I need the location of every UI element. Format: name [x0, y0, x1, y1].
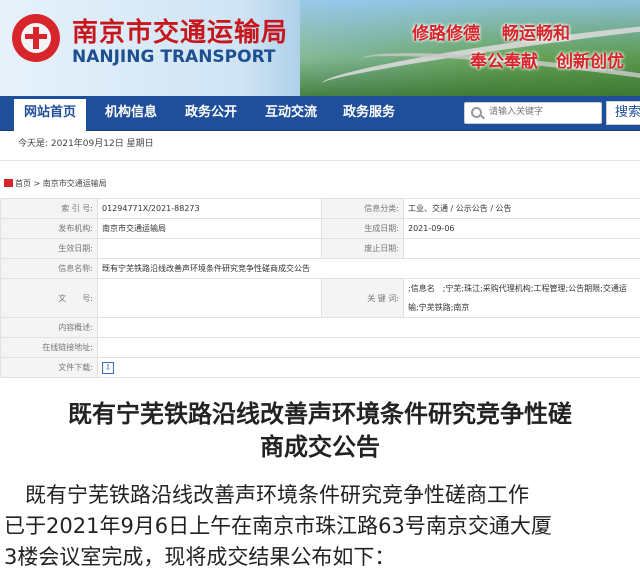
keywords-line-1: ;信息名 ;宁芜;珠江;采购代理机构;工程管理;公告期限;交通运 [408, 279, 636, 298]
search-icon [471, 107, 482, 118]
main-nav: 网站首页 机构信息 政务公开 互动交流 政务服务 搜索 [0, 96, 640, 131]
search-input[interactable] [489, 105, 595, 119]
org-name-cn: 南京市交通运输局 [72, 12, 288, 49]
created-value: 2021-09-06 [404, 219, 640, 239]
article-paragraph-line-3: 3楼会议室完成，现将成交结果公布如下： [4, 542, 636, 573]
download-cell: ⇩ [98, 358, 640, 378]
article-title-line-2: 商成交公告 [0, 431, 640, 464]
current-date: 今天是: 2021年09月12日 星期日 [18, 136, 154, 149]
slogan-2: 畅运畅和 [502, 19, 570, 44]
info-name-value: 既有宁芜铁路沿线改善声环境条件研究竞争性磋商成交公告 [98, 259, 640, 279]
online-link-value [98, 338, 640, 358]
keywords-value: ;信息名 ;宁芜;珠江;采购代理机构;工程管理;公告期限;交通运 输;宁芜铁路;… [404, 279, 640, 318]
table-row: 信息名称: 既有宁芜铁路沿线改善声环境条件研究竞争性磋商成交公告 [1, 259, 640, 279]
keywords-line-2: 输;宁芜铁路;南京 [408, 298, 636, 317]
expiry-label: 废止日期: [322, 239, 404, 259]
online-link-label: 在线链接地址: [1, 338, 98, 358]
doc-no-value [98, 279, 322, 318]
nav-item-interaction[interactable]: 互动交流 [256, 96, 326, 130]
index-no-value: 01294771X/2021-88273 [98, 199, 322, 219]
transport-logo-icon[interactable] [12, 14, 60, 62]
breadcrumb-home[interactable]: 首页 [15, 179, 31, 188]
table-row: 生效日期: 废止日期: [1, 239, 640, 259]
summary-label: 内容概述: [1, 318, 98, 338]
table-row: 内容概述: [1, 318, 640, 338]
org-name-en: NANJING TRANSPORT [72, 47, 276, 67]
download-icon[interactable]: ⇩ [102, 362, 114, 374]
table-row: 索 引 号: 01294771X/2021-88273 信息分类: 工业、交通 … [1, 199, 640, 219]
breadcrumb-current[interactable]: 南京市交通运输局 [43, 179, 107, 188]
effective-value [98, 239, 322, 259]
slogan-1: 修路修德 [412, 19, 480, 44]
doc-no-label: 文 号: [1, 279, 98, 318]
info-name-label: 信息名称: [1, 259, 98, 279]
issuer-value: 南京市交通运输局 [98, 219, 322, 239]
article-title: 既有宁芜铁路沿线改善声环境条件研究竞争性磋 商成交公告 [0, 398, 640, 464]
expiry-value [404, 239, 640, 259]
article-paragraph-line-1: 既有宁芜铁路沿线改善声环境条件研究竞争性磋商工作 [4, 480, 636, 511]
nav-item-gov-services[interactable]: 政务服务 [334, 96, 404, 130]
article-body: 既有宁芜铁路沿线改善声环境条件研究竞争性磋商工作 已于2021年9月6日上午在南… [4, 480, 636, 573]
summary-value [98, 318, 640, 338]
created-label: 生成日期: [322, 219, 404, 239]
table-row: 在线链接地址: [1, 338, 640, 358]
issuer-label: 发布机构: [1, 219, 98, 239]
table-row: 文件下载: ⇩ [1, 358, 640, 378]
nav-item-gov-affairs[interactable]: 政务公开 [176, 96, 246, 130]
category-label: 信息分类: [322, 199, 404, 219]
slogan-4: 创新创优 [556, 47, 624, 72]
effective-label: 生效日期: [1, 239, 98, 259]
nav-item-institutions[interactable]: 机构信息 [96, 96, 166, 130]
home-icon [4, 179, 13, 187]
article-title-line-1: 既有宁芜铁路沿线改善声环境条件研究竞争性磋 [0, 398, 640, 431]
table-row: 发布机构: 南京市交通运输局 生成日期: 2021-09-06 [1, 219, 640, 239]
info-table: 索 引 号: 01294771X/2021-88273 信息分类: 工业、交通 … [0, 198, 640, 378]
header-banner: 南京市交通运输局 NANJING TRANSPORT 修路修德 畅运畅和 奉公奉… [0, 0, 640, 96]
slogan-3: 奉公奉献 [470, 47, 538, 72]
search-box [464, 102, 602, 124]
keywords-label: 关 键 词: [322, 279, 404, 318]
category-value: 工业、交通 / 公示公告 / 公告 [404, 199, 640, 219]
index-no-label: 索 引 号: [1, 199, 98, 219]
search-button[interactable]: 搜索 [606, 101, 640, 125]
download-label: 文件下载: [1, 358, 98, 378]
table-row: 文 号: 关 键 词: ;信息名 ;宁芜;珠江;采购代理机构;工程管理;公告期限… [1, 279, 640, 318]
breadcrumb-separator: > [34, 179, 41, 188]
nav-item-home[interactable]: 网站首页 [14, 96, 86, 133]
breadcrumb: 首页 > 南京市交通运输局 [4, 178, 107, 189]
article-paragraph-line-2: 已于2021年9月6日上午在南京市珠江路63号南京交通大厦 [4, 511, 636, 542]
divider [0, 160, 640, 161]
